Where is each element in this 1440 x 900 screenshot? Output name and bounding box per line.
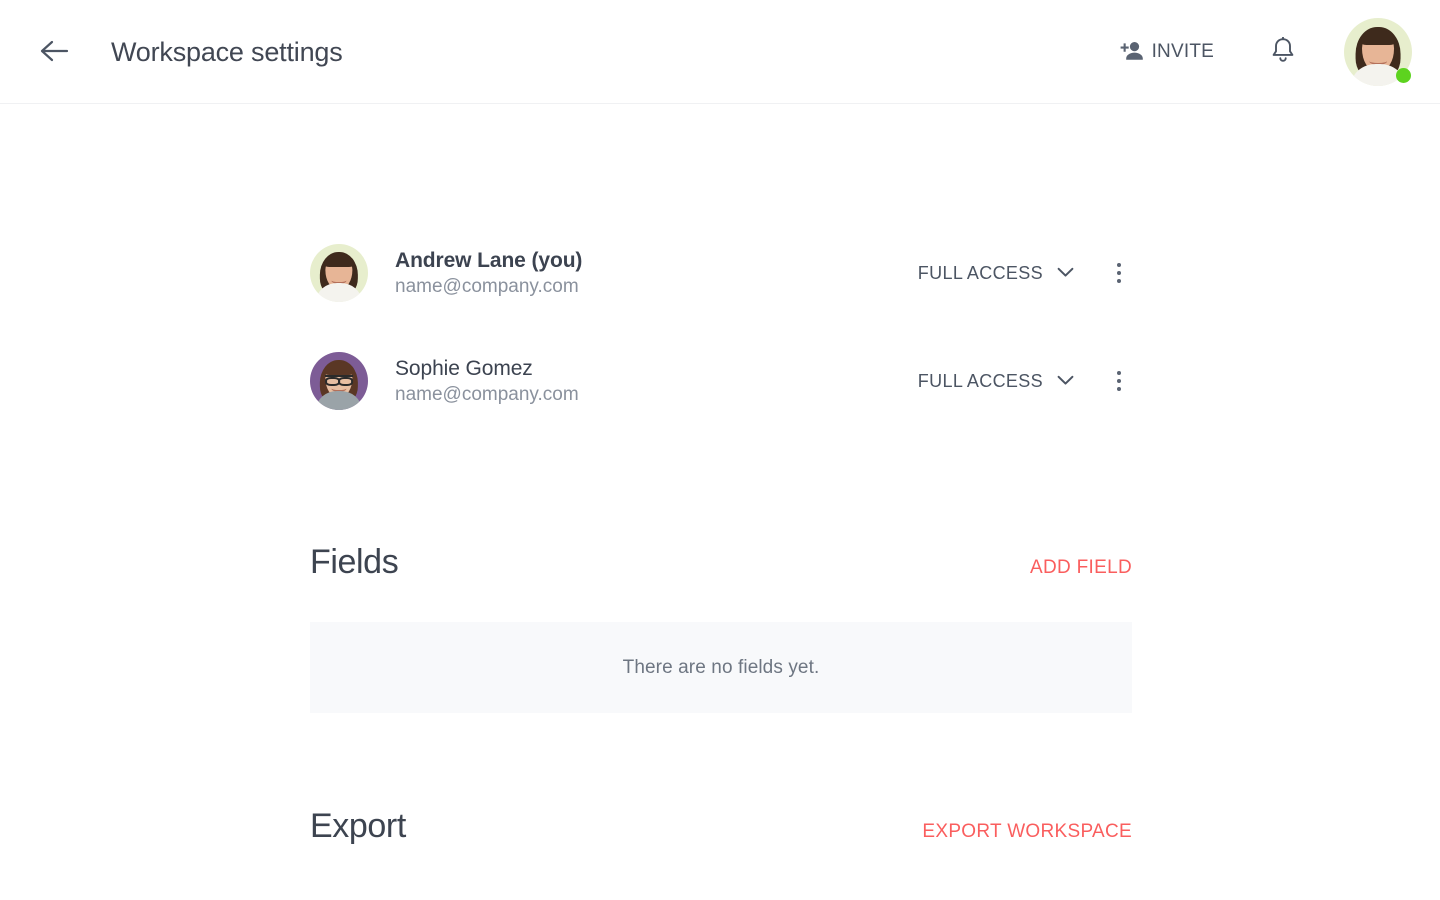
- row-menu-button[interactable]: [1106, 366, 1132, 396]
- fields-section-header: Fields ADD FIELD: [310, 540, 1132, 584]
- member-name: Andrew Lane (you): [395, 248, 583, 272]
- back-button[interactable]: [34, 33, 74, 71]
- invite-button[interactable]: INVITE: [1115, 34, 1218, 71]
- avatar: [310, 244, 368, 302]
- fields-title: Fields: [310, 543, 399, 581]
- access-level-dropdown[interactable]: FULL ACCESS: [916, 367, 1076, 396]
- access-level-dropdown[interactable]: FULL ACCESS: [916, 259, 1076, 288]
- member-name: Sophie Gomez: [395, 356, 533, 380]
- online-status-dot: [1396, 68, 1411, 83]
- export-workspace-button[interactable]: EXPORT WORKSPACE: [922, 819, 1132, 845]
- member-email: name@company.com: [395, 383, 579, 405]
- member-email: name@company.com: [395, 275, 579, 297]
- add-field-button[interactable]: ADD FIELD: [1030, 555, 1132, 581]
- row-menu-button[interactable]: [1106, 258, 1132, 288]
- table-row: Andrew Lane (you) name@company.com FULL …: [310, 243, 1132, 303]
- member-actions: FULL ACCESS: [916, 258, 1132, 288]
- kebab-menu-icon: [1117, 371, 1121, 375]
- header-actions: INVITE: [1115, 0, 1440, 104]
- bell-icon: [1270, 36, 1296, 68]
- chevron-down-icon: [1057, 266, 1074, 281]
- kebab-menu-icon: [1117, 263, 1121, 267]
- table-row: Sophie Gomez name@company.com FULL ACCES…: [310, 351, 1132, 411]
- user-avatar[interactable]: [1344, 18, 1412, 86]
- member-actions: FULL ACCESS: [916, 366, 1132, 396]
- chevron-down-icon: [1057, 374, 1074, 389]
- access-level-label: FULL ACCESS: [917, 262, 1043, 283]
- app-header: Workspace settings INVITE: [0, 0, 1440, 104]
- export-section-header: Export EXPORT WORKSPACE: [310, 804, 1132, 848]
- person-add-icon: [1119, 40, 1145, 65]
- access-level-label: FULL ACCESS: [917, 370, 1043, 391]
- member-info: Sophie Gomez name@company.com: [395, 355, 579, 408]
- member-info: Andrew Lane (you) name@company.com: [395, 247, 582, 300]
- fields-empty-text: There are no fields yet.: [622, 656, 820, 678]
- page-title: Workspace settings: [111, 37, 343, 67]
- avatar: [310, 352, 368, 410]
- export-title: Export: [310, 807, 406, 845]
- invite-label: INVITE: [1151, 41, 1214, 62]
- fields-empty-state: There are no fields yet.: [310, 622, 1132, 713]
- arrow-left-icon: [39, 39, 69, 66]
- notifications-button[interactable]: [1266, 35, 1300, 69]
